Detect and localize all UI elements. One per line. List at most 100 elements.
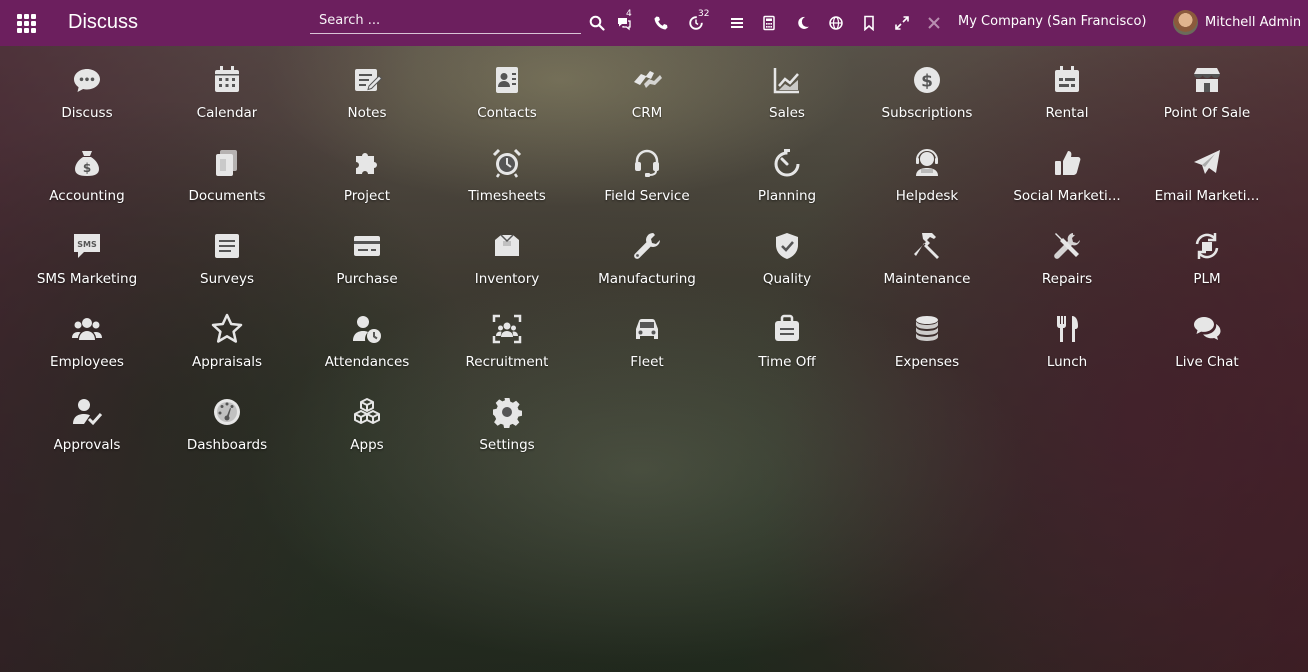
app-menu-toggle[interactable] (0, 0, 52, 46)
app-tile-notes[interactable]: Notes (297, 62, 437, 145)
app-tile-crm[interactable]: CRM (577, 62, 717, 145)
helpdesk-icon (909, 145, 945, 181)
moon-icon (798, 16, 809, 29)
calculator-button[interactable] (760, 13, 778, 33)
settings-icon (489, 394, 525, 430)
recruitment-icon (489, 311, 525, 347)
list-icon (731, 18, 743, 28)
app-tile-point-of-sale[interactable]: Point Of Sale (1137, 62, 1277, 145)
approvals-icon (69, 394, 105, 430)
app-label: Repairs (1041, 271, 1093, 287)
search-input[interactable] (310, 12, 581, 28)
search-icon (589, 15, 605, 31)
app-tile-subscriptions[interactable]: $ Subscriptions (857, 62, 997, 145)
app-tile-approvals[interactable]: Approvals (17, 394, 157, 477)
app-label: Expenses (894, 354, 960, 370)
app-label: Purchase (336, 271, 398, 287)
attendances-icon (349, 311, 385, 347)
current-app-title[interactable]: Discuss (68, 11, 138, 34)
calculator-icon (763, 15, 775, 31)
app-tile-rental[interactable]: Rental (997, 62, 1137, 145)
app-tile-lunch[interactable]: Lunch (997, 311, 1137, 394)
search-bar (310, 7, 581, 34)
company-switcher[interactable]: My Company (San Francisco) (958, 14, 1146, 29)
app-tile-fleet[interactable]: Fleet (577, 311, 717, 394)
app-tile-apps[interactable]: Apps (297, 394, 437, 477)
app-tile-plm[interactable]: PLM (1137, 228, 1277, 311)
app-label: Manufacturing (598, 271, 696, 287)
app-tile-discuss[interactable]: Discuss (17, 62, 157, 145)
app-tile-time-off[interactable]: Time Off (717, 311, 857, 394)
app-tile-settings[interactable]: Settings (437, 394, 577, 477)
app-tile-attendances[interactable]: Attendances (297, 311, 437, 394)
crm-icon (629, 62, 665, 98)
app-tile-purchase[interactable]: Purchase (297, 228, 437, 311)
app-label: Apps (350, 437, 384, 453)
activities-button[interactable]: 32 (686, 9, 709, 33)
fleet-icon (629, 311, 665, 347)
website-button[interactable] (827, 13, 845, 33)
app-tile-contacts[interactable]: Contacts (437, 62, 577, 145)
app-tile-employees[interactable]: Employees (17, 311, 157, 394)
search-button[interactable] (588, 13, 606, 33)
apps-icon (349, 394, 385, 430)
expenses-icon (909, 311, 945, 347)
messages-badge: 4 (626, 9, 632, 19)
app-label: Lunch (1046, 354, 1088, 370)
app-tile-documents[interactable]: Documents (157, 145, 297, 228)
debug-tools-button[interactable] (925, 13, 943, 33)
dark-mode-button[interactable] (794, 13, 812, 33)
app-tile-helpdesk[interactable]: Helpdesk (857, 145, 997, 228)
app-tile-manufacturing[interactable]: Manufacturing (577, 228, 717, 311)
app-tile-sms-marketing[interactable]: SMS SMS Marketing (17, 228, 157, 311)
app-label: Social Marketi... (1013, 188, 1121, 204)
app-label: Calendar (196, 105, 258, 121)
app-tile-quality[interactable]: Quality (717, 228, 857, 311)
app-label: Subscriptions (881, 105, 973, 121)
toolbar-list-button[interactable] (728, 13, 746, 33)
app-tile-social-marketing[interactable]: Social Marketi... (997, 145, 1137, 228)
app-label: Discuss (61, 105, 113, 121)
app-tile-planning[interactable]: Planning (717, 145, 857, 228)
fullscreen-button[interactable] (893, 13, 911, 33)
app-tile-inventory[interactable]: Inventory (437, 228, 577, 311)
planning-icon (769, 145, 805, 181)
maintenance-icon (909, 228, 945, 264)
app-label: Fleet (630, 354, 664, 370)
surveys-icon (209, 228, 245, 264)
app-tile-sales[interactable]: Sales (717, 62, 857, 145)
app-label: Settings (479, 437, 535, 453)
project-icon (349, 145, 385, 181)
app-tile-repairs[interactable]: Repairs (997, 228, 1137, 311)
messages-button[interactable]: 4 (614, 9, 634, 33)
tools-icon (928, 17, 940, 29)
app-label: Notes (347, 105, 387, 121)
timesheets-icon (489, 145, 525, 181)
app-tile-field-service[interactable]: Field Service (577, 145, 717, 228)
activities-badge: 32 (698, 9, 710, 19)
phone-button[interactable] (652, 13, 670, 33)
app-tile-dashboards[interactable]: Dashboards (157, 394, 297, 477)
user-menu[interactable]: Mitchell Admin (1173, 10, 1301, 35)
app-label: Email Marketi... (1154, 188, 1260, 204)
bookmark-button[interactable] (860, 13, 878, 33)
app-tile-recruitment[interactable]: Recruitment (437, 311, 577, 394)
app-label: Dashboards (186, 437, 268, 453)
sales-icon (769, 62, 805, 98)
app-tile-timesheets[interactable]: Timesheets (437, 145, 577, 228)
app-tile-appraisals[interactable]: Appraisals (157, 311, 297, 394)
app-tile-calendar[interactable]: Calendar (157, 62, 297, 145)
sms-marketing-icon: SMS (69, 228, 105, 264)
lunch-icon (1049, 311, 1085, 347)
app-grid: Discuss Calendar Notes Contacts CRM Sales $ Sub… (17, 62, 1277, 477)
app-tile-expenses[interactable]: Expenses (857, 311, 997, 394)
app-tile-email-marketing[interactable]: Email Marketi... (1137, 145, 1277, 228)
app-tile-surveys[interactable]: Surveys (157, 228, 297, 311)
app-label: CRM (631, 105, 663, 121)
app-tile-project[interactable]: Project (297, 145, 437, 228)
app-label: Accounting (49, 188, 125, 204)
app-tile-maintenance[interactable]: Maintenance (857, 228, 997, 311)
app-tile-accounting[interactable]: $ Accounting (17, 145, 157, 228)
app-tile-live-chat[interactable]: Live Chat (1137, 311, 1277, 394)
app-label: Sales (769, 105, 805, 121)
